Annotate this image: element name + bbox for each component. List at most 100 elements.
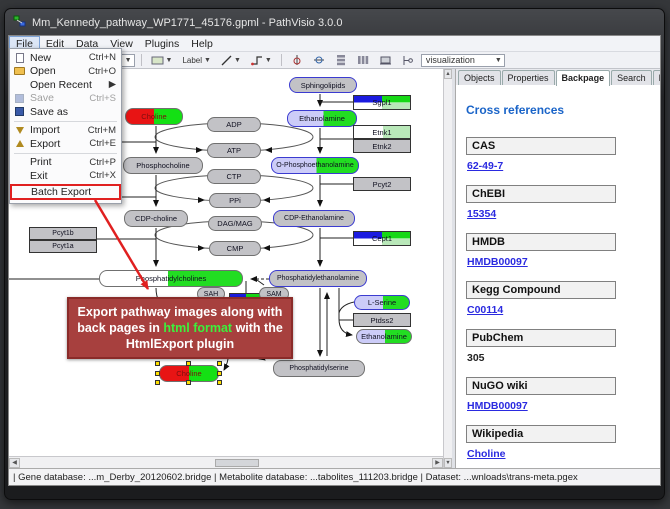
new-label-button[interactable]: Label ▼ bbox=[179, 54, 214, 67]
file-menu-item-import[interactable]: Import Ctrl+M bbox=[11, 124, 120, 138]
menu-item-shortcut: Ctrl+M bbox=[88, 125, 116, 136]
vertical-scrollbar[interactable]: ▲ ▼ bbox=[443, 69, 452, 468]
pathway-node-cdp-choline[interactable]: CDP-choline bbox=[124, 210, 188, 227]
horizontal-scrollbar[interactable]: ◀ ▶ bbox=[9, 456, 443, 468]
scroll-down-icon[interactable]: ▼ bbox=[444, 458, 452, 468]
xref-value-nugo-wiki[interactable]: HMDB00097 bbox=[467, 400, 650, 412]
common-height-icon bbox=[402, 55, 414, 66]
backpage-content[interactable]: Cross references CAS62-49-7ChEBI15354HMD… bbox=[456, 85, 660, 468]
pathway-node-phosphatidylserine[interactable]: Phosphatidylserine bbox=[273, 360, 365, 377]
file-menu-item-batch-export[interactable]: Batch Export bbox=[10, 184, 121, 200]
title-bar[interactable]: Mm_Kennedy_pathway_WP1771_45176.gpml - P… bbox=[13, 13, 656, 33]
pathway-node-phosphatidylcholines[interactable]: Phosphatidylcholines bbox=[99, 270, 243, 287]
pathway-node-ethanolamine[interactable]: Ethanolamine bbox=[287, 110, 357, 127]
pathway-node-adp[interactable]: ADP bbox=[207, 117, 261, 132]
status-text: | Gene database: ...m_Derby_20120602.bri… bbox=[13, 472, 578, 483]
xref-source-cas: CAS bbox=[466, 137, 616, 155]
xref-value-chebi[interactable]: 15354 bbox=[467, 208, 650, 220]
selection-handle[interactable] bbox=[155, 371, 160, 376]
new-datanode-button[interactable]: ▼ bbox=[148, 54, 176, 67]
open-folder-icon bbox=[14, 67, 25, 75]
pathway-node-ppi[interactable]: PPi bbox=[209, 193, 261, 208]
menu-item-label: Print bbox=[30, 156, 84, 168]
xref-source-kegg-compound: Kegg Compound bbox=[466, 281, 616, 299]
scroll-up-icon[interactable]: ▲ bbox=[444, 69, 452, 79]
tab-backpage[interactable]: Backpage bbox=[556, 70, 611, 86]
pathway-node-phosphatidylethanolamine[interactable]: Phosphatidylethanolamine bbox=[269, 270, 367, 287]
menu-item-label: Open bbox=[30, 65, 83, 77]
xref-source-hmdb: HMDB bbox=[466, 233, 616, 251]
pathway-node-pcyt1b[interactable]: Pcyt1b bbox=[29, 227, 97, 240]
menu-item-label: Import bbox=[30, 124, 83, 136]
xref-value-pubchem: 305 bbox=[467, 352, 650, 364]
file-menu-item-open-recent[interactable]: Open Recent▶ bbox=[11, 78, 120, 92]
pathway-node-sphingolipids[interactable]: Sphingolipids bbox=[289, 77, 357, 93]
selection-handle[interactable] bbox=[186, 361, 191, 366]
common-width-button[interactable] bbox=[376, 54, 395, 67]
pathway-node-sgpl1[interactable]: Sgpl1 bbox=[353, 95, 411, 110]
pathway-node-ethanolamine[interactable]: Ethanolamine bbox=[356, 329, 412, 344]
align-middle-button[interactable] bbox=[310, 54, 328, 67]
file-menu-item-export[interactable]: ExportCtrl+E bbox=[11, 137, 120, 151]
pathway-node-phosphocholine[interactable]: Phosphocholine bbox=[123, 157, 203, 174]
pathway-node-ptdss2[interactable]: Ptdss2 bbox=[353, 313, 411, 327]
selection-handle[interactable] bbox=[217, 361, 222, 366]
tab-legend[interactable]: Legend bbox=[653, 70, 661, 85]
file-menu-item-open[interactable]: OpenCtrl+O bbox=[11, 65, 120, 79]
new-line-button[interactable]: ▼ bbox=[218, 54, 244, 67]
selection-handle[interactable] bbox=[217, 380, 222, 385]
xref-value-cas[interactable]: 62-49-7 bbox=[467, 160, 650, 172]
horizontal-scroll-thumb[interactable] bbox=[215, 459, 259, 467]
pathway-node-etnk1[interactable]: Etnk1 bbox=[353, 125, 411, 139]
file-menu-item-print[interactable]: PrintCtrl+P bbox=[11, 156, 120, 170]
chevron-down-icon: ▼ bbox=[234, 57, 241, 64]
file-menu-item-exit[interactable]: Exit Ctrl+X bbox=[11, 169, 120, 183]
selection-handle[interactable] bbox=[155, 361, 160, 366]
selection-handle[interactable] bbox=[186, 380, 191, 385]
label-tool-text: Label bbox=[182, 56, 202, 65]
align-center-button[interactable] bbox=[288, 54, 306, 67]
pathway-node-cmp[interactable]: CMP bbox=[209, 241, 261, 256]
selection-handle[interactable] bbox=[155, 380, 160, 385]
tab-objects[interactable]: Objects bbox=[458, 70, 501, 85]
pathway-node-etnk2[interactable]: Etnk2 bbox=[353, 139, 411, 153]
xref-source-wikipedia: Wikipedia bbox=[466, 425, 616, 443]
file-menu-item-save[interactable]: SaveCtrl+S bbox=[11, 92, 120, 106]
file-menu-item-save-as[interactable]: Save as bbox=[11, 105, 120, 119]
pathway-node-l-serine[interactable]: L-Serine bbox=[354, 295, 410, 310]
menu-item-label: Save bbox=[30, 92, 84, 104]
pathway-node-cdp-ethanolamine[interactable]: CDP-Ethanolamine bbox=[273, 210, 355, 227]
new-connector-button[interactable]: ▼ bbox=[248, 54, 275, 67]
window-title: Mm_Kennedy_pathway_WP1771_45176.gpml - P… bbox=[32, 17, 342, 29]
tab-search[interactable]: Search bbox=[611, 70, 652, 85]
stack-horizontal-button[interactable] bbox=[354, 54, 372, 67]
selection-handle[interactable] bbox=[217, 371, 222, 376]
xref-value-hmdb[interactable]: HMDB00097 bbox=[467, 256, 650, 268]
xref-value-wikipedia[interactable]: Choline bbox=[467, 448, 650, 460]
scroll-right-icon[interactable]: ▶ bbox=[432, 458, 443, 468]
pathway-node-dag-mag[interactable]: DAG/MAG bbox=[208, 216, 262, 231]
pathway-node-ctp[interactable]: CTP bbox=[207, 169, 261, 184]
pathway-node-choline[interactable]: Choline bbox=[125, 108, 183, 125]
menu-item-label: Save as bbox=[30, 106, 111, 118]
scroll-left-icon[interactable]: ◀ bbox=[9, 458, 20, 468]
xref-value-kegg-compound[interactable]: C00114 bbox=[467, 304, 650, 316]
tab-properties[interactable]: Properties bbox=[502, 70, 555, 85]
file-menu: NewCtrl+NOpenCtrl+OOpen Recent▶SaveCtrl+… bbox=[9, 48, 122, 204]
menu-item-label: Exit bbox=[30, 170, 84, 182]
pathway-node-o-phosphoethanolamine[interactable]: O-Phosphoethanolamine bbox=[271, 157, 359, 174]
pathway-node-cept1[interactable]: Cept1 bbox=[353, 231, 411, 246]
visualization-combobox[interactable]: visualization ▼ bbox=[421, 54, 505, 67]
new-file-icon bbox=[14, 53, 25, 63]
file-menu-item-new[interactable]: NewCtrl+N bbox=[11, 51, 120, 65]
pathway-node-atp[interactable]: ATP bbox=[207, 143, 261, 158]
menubar-item-plugins[interactable]: Plugins bbox=[139, 36, 185, 51]
side-panel: ObjectsPropertiesBackpageSearchLegend Cr… bbox=[455, 69, 660, 468]
menubar-item-help[interactable]: Help bbox=[185, 36, 219, 51]
export-icon bbox=[14, 140, 25, 147]
pathway-node-pcyt1a[interactable]: Pcyt1a bbox=[29, 240, 97, 253]
pathway-node-pcyt2[interactable]: Pcyt2 bbox=[353, 177, 411, 191]
common-height-button[interactable] bbox=[399, 54, 417, 67]
menu-item-shortcut: Ctrl+X bbox=[89, 170, 116, 181]
stack-vertical-button[interactable] bbox=[332, 54, 350, 67]
